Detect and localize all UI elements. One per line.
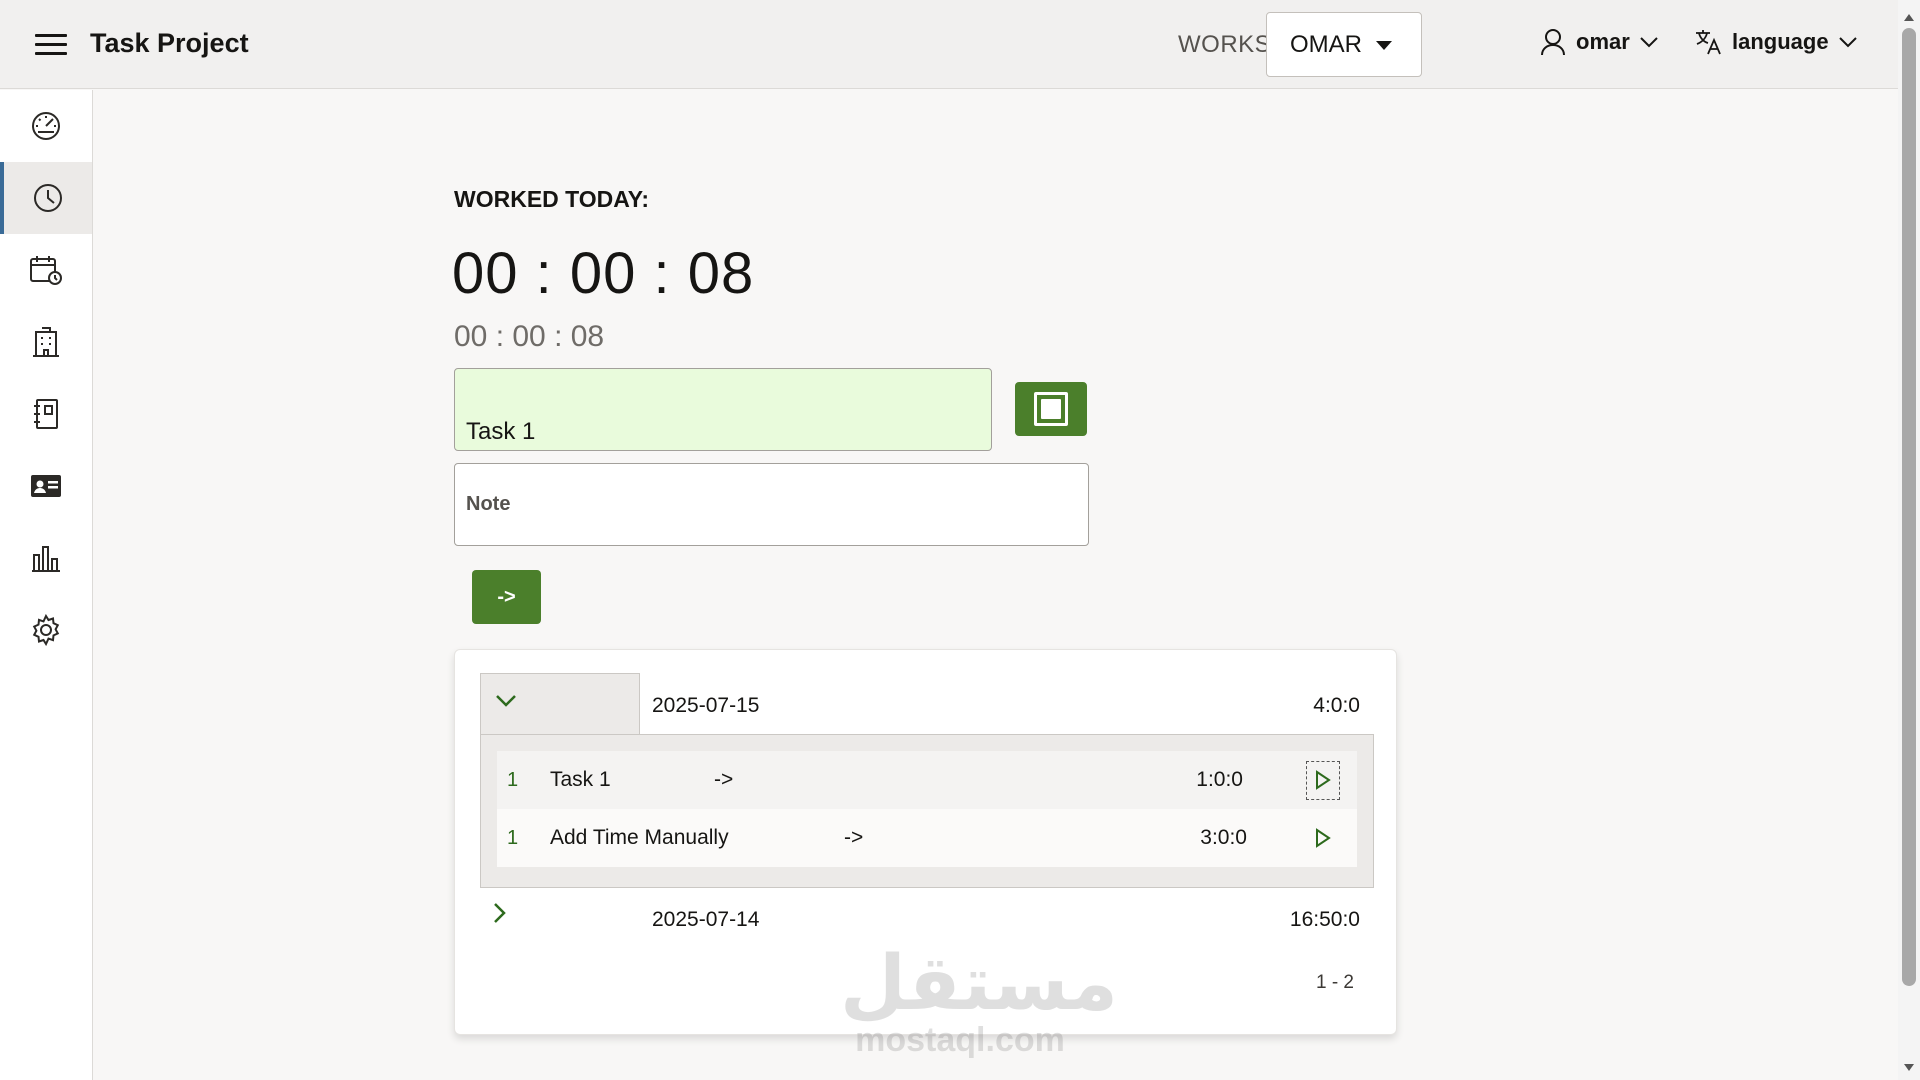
chevron-down-icon [1640, 37, 1658, 48]
translate-icon [1696, 30, 1721, 55]
sidebar-item-settings[interactable] [0, 594, 92, 666]
entry-arrow: -> [714, 768, 734, 791]
play-icon [1316, 828, 1331, 848]
clock-icon [34, 184, 62, 212]
sidebar-item-schedule[interactable] [0, 234, 92, 306]
scroll-thumb[interactable] [1902, 28, 1916, 986]
user-menu[interactable]: omar [1540, 28, 1658, 56]
dashboard-gauge-icon [32, 112, 60, 140]
chevron-down-icon [496, 695, 516, 707]
works-select[interactable]: OMAR [1266, 12, 1422, 77]
building-icon [33, 327, 59, 357]
gear-icon [32, 614, 60, 646]
note-input[interactable] [454, 463, 1089, 546]
page-scrollbar[interactable] [1898, 0, 1920, 1080]
pagination-range: 1 - 2 [1315, 972, 1354, 993]
group-entries-panel: 1 Task 1 -> 1:0:0 1 Add Time Manually ->… [480, 734, 1374, 888]
group-total: 4:0:0 [1313, 694, 1360, 717]
timer-secondary: 00 : 00 : 08 [454, 320, 605, 353]
sidebar-item-contacts[interactable] [0, 450, 92, 522]
sidebar-item-company[interactable] [0, 306, 92, 378]
entry-count: 1 [502, 822, 520, 855]
bar-chart-icon [32, 546, 60, 572]
entry-arrow: -> [844, 826, 864, 849]
works-select-value: OMAR [1290, 30, 1362, 58]
resume-entry-button[interactable] [1306, 760, 1340, 800]
table-row: 1 Task 1 -> 1:0:0 [497, 751, 1357, 809]
top-header: Task Project WORKS OMAR omar language [0, 0, 1898, 89]
scroll-up-arrow-icon[interactable] [1904, 14, 1914, 21]
works-label: WORKS [1178, 31, 1272, 58]
language-label: language [1732, 29, 1829, 54]
group-date: 2025-07-15 [652, 694, 760, 717]
scroll-down-arrow-icon[interactable] [1904, 1064, 1914, 1071]
sidebar-item-notebook[interactable] [0, 378, 92, 450]
entry-name: Add Time Manually [550, 826, 729, 849]
stop-icon [1034, 392, 1068, 426]
timer-display: 00 : 00 : 08 [452, 241, 755, 306]
stop-timer-button[interactable] [1015, 382, 1087, 436]
resume-entry-button[interactable] [1307, 820, 1339, 857]
hamburger-menu-icon[interactable] [35, 34, 67, 56]
entry-count: 1 [502, 764, 520, 797]
worked-today-label: WORKED TODAY: [454, 186, 650, 212]
entry-duration: 3:0:0 [1200, 826, 1247, 849]
notebook-icon [34, 399, 58, 429]
entry-name: Task 1 [550, 768, 611, 791]
task-input[interactable] [454, 368, 992, 451]
table-row: 1 Add Time Manually -> 3:0:0 [497, 809, 1357, 867]
group-date: 2025-07-14 [652, 908, 760, 931]
group-expand-toggle[interactable] [493, 902, 507, 929]
sidebar-nav [0, 90, 93, 1080]
time-entries-card: 2025-07-15 4:0:0 1 Task 1 -> 1:0:0 1 Add… [454, 649, 1397, 1035]
sidebar-item-dashboard[interactable] [0, 90, 92, 162]
submit-entry-button[interactable]: -> [472, 570, 541, 624]
entry-duration: 1:0:0 [1196, 768, 1243, 791]
calendar-clock-icon [30, 256, 62, 285]
chevron-down-icon [1838, 37, 1857, 48]
chevron-right-icon [494, 903, 506, 923]
play-icon [1316, 770, 1331, 790]
sidebar-item-reports[interactable] [0, 522, 92, 594]
language-menu[interactable]: language [1694, 28, 1857, 56]
user-name: omar [1576, 29, 1630, 54]
caret-down-icon [1376, 41, 1392, 50]
app-title: Task Project [90, 28, 249, 58]
group-collapse-toggle[interactable] [480, 673, 640, 734]
group-total: 16:50:0 [1289, 908, 1360, 931]
sidebar-item-timer[interactable] [0, 162, 92, 234]
id-card-icon [31, 475, 61, 497]
user-icon [1541, 29, 1565, 56]
